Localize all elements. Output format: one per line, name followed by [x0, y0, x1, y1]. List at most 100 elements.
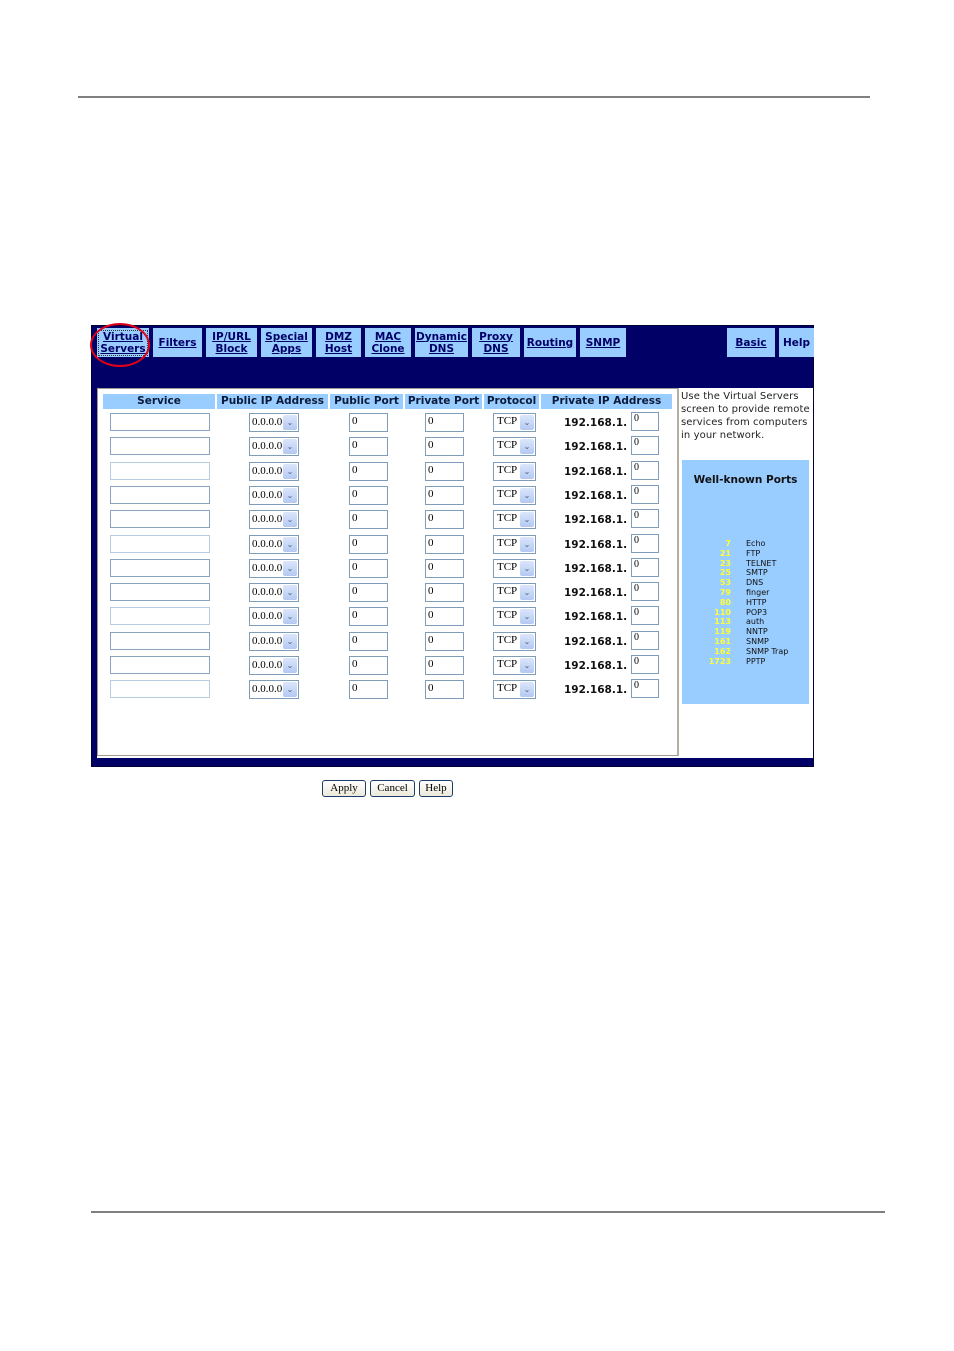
chevron-down-icon[interactable]: ⌄: [283, 439, 297, 455]
chevron-down-icon[interactable]: ⌄: [520, 633, 534, 649]
private-port-input[interactable]: 0: [425, 631, 464, 651]
public-port-input[interactable]: 0: [349, 461, 388, 481]
private-port-input[interactable]: 0: [425, 437, 464, 457]
chevron-down-icon[interactable]: ⌄: [283, 560, 297, 576]
service-name-input[interactable]: [110, 461, 210, 480]
chevron-down-icon[interactable]: ⌄: [283, 609, 297, 625]
private-ip-last-octet-input[interactable]: 0: [631, 630, 659, 650]
public-port-input[interactable]: 0: [349, 583, 388, 603]
service-name-input[interactable]: [110, 607, 210, 626]
private-ip-last-octet-input[interactable]: 0: [631, 509, 659, 529]
chevron-down-icon[interactable]: ⌄: [283, 463, 297, 479]
protocol-select[interactable]: TCP ⌄: [493, 583, 536, 603]
chevron-down-icon[interactable]: ⌄: [520, 682, 534, 698]
tab-ip-url-block[interactable]: IP/URL Block: [206, 328, 259, 357]
chevron-down-icon[interactable]: ⌄: [520, 512, 534, 528]
service-name-input[interactable]: [110, 485, 210, 504]
private-port-input[interactable]: 0: [425, 485, 464, 505]
private-ip-last-octet-input[interactable]: 0: [631, 557, 659, 577]
public-port-input[interactable]: 0: [349, 631, 388, 651]
private-port-input[interactable]: 0: [425, 607, 464, 627]
tab-help[interactable]: Help: [779, 328, 814, 357]
public-ip-select[interactable]: 0.0.0.0 ⌄: [249, 413, 299, 432]
private-ip-last-octet-input[interactable]: 0: [631, 484, 659, 504]
chevron-down-icon[interactable]: ⌄: [520, 415, 534, 430]
private-ip-last-octet-input[interactable]: 0: [631, 655, 659, 674]
protocol-select[interactable]: TCP ⌄: [493, 510, 536, 530]
chevron-down-icon[interactable]: ⌄: [283, 487, 297, 503]
public-ip-select[interactable]: 0.0.0.0 ⌄: [249, 461, 299, 481]
chevron-down-icon[interactable]: ⌄: [283, 633, 297, 649]
private-ip-last-octet-input[interactable]: 0: [631, 412, 659, 431]
chevron-down-icon[interactable]: ⌄: [520, 463, 534, 479]
chevron-down-icon[interactable]: ⌄: [520, 536, 534, 552]
private-port-input[interactable]: 0: [425, 510, 464, 530]
tab-virtual-servers[interactable]: Virtual Servers: [97, 328, 151, 357]
public-ip-select[interactable]: 0.0.0.0 ⌄: [249, 583, 299, 603]
public-ip-select[interactable]: 0.0.0.0 ⌄: [249, 510, 299, 530]
tab-dmz-host[interactable]: DMZ Host: [316, 328, 363, 357]
private-ip-last-octet-input[interactable]: 0: [631, 582, 659, 602]
public-port-input[interactable]: 0: [349, 534, 388, 554]
tab-basic[interactable]: Basic: [727, 328, 777, 357]
private-ip-last-octet-input[interactable]: 0: [631, 436, 659, 456]
tab-proxy-dns[interactable]: Proxy DNS: [472, 328, 522, 357]
protocol-select[interactable]: TCP ⌄: [493, 461, 536, 481]
public-port-input[interactable]: 0: [349, 656, 388, 675]
chevron-down-icon[interactable]: ⌄: [283, 658, 297, 673]
public-port-input[interactable]: 0: [349, 510, 388, 530]
chevron-down-icon[interactable]: ⌄: [520, 585, 534, 601]
tab-special-apps[interactable]: Special Apps: [261, 328, 314, 357]
service-name-input[interactable]: [110, 510, 210, 529]
private-port-input[interactable]: 0: [425, 680, 464, 700]
public-port-input[interactable]: 0: [349, 413, 388, 432]
chevron-down-icon[interactable]: ⌄: [283, 512, 297, 528]
chevron-down-icon[interactable]: ⌄: [283, 536, 297, 552]
public-port-input[interactable]: 0: [349, 485, 388, 505]
public-ip-select[interactable]: 0.0.0.0 ⌄: [249, 534, 299, 554]
private-port-input[interactable]: 0: [425, 656, 464, 675]
private-port-input[interactable]: 0: [425, 413, 464, 432]
protocol-select[interactable]: TCP ⌄: [493, 485, 536, 505]
chevron-down-icon[interactable]: ⌄: [520, 658, 534, 673]
private-port-input[interactable]: 0: [425, 461, 464, 481]
private-ip-last-octet-input[interactable]: 0: [631, 533, 659, 553]
tab-snmp[interactable]: SNMP: [580, 328, 628, 357]
protocol-select[interactable]: TCP ⌄: [493, 534, 536, 554]
cancel-button[interactable]: Cancel: [370, 780, 415, 797]
chevron-down-icon[interactable]: ⌄: [283, 682, 297, 698]
protocol-select[interactable]: TCP ⌄: [493, 607, 536, 627]
private-ip-last-octet-input[interactable]: 0: [631, 679, 659, 699]
protocol-select[interactable]: TCP ⌄: [493, 437, 536, 457]
protocol-select[interactable]: TCP ⌄: [493, 656, 536, 675]
public-port-input[interactable]: 0: [349, 607, 388, 627]
chevron-down-icon[interactable]: ⌄: [520, 439, 534, 455]
service-name-input[interactable]: [110, 534, 210, 553]
tab-routing[interactable]: Routing: [524, 328, 578, 357]
private-port-input[interactable]: 0: [425, 558, 464, 578]
public-port-input[interactable]: 0: [349, 558, 388, 578]
public-ip-select[interactable]: 0.0.0.0 ⌄: [249, 558, 299, 578]
service-name-input[interactable]: [110, 631, 210, 650]
private-ip-last-octet-input[interactable]: 0: [631, 460, 659, 480]
public-ip-select[interactable]: 0.0.0.0 ⌄: [249, 437, 299, 457]
apply-button[interactable]: Apply: [322, 780, 366, 797]
protocol-select[interactable]: TCP ⌄: [493, 413, 536, 432]
public-port-input[interactable]: 0: [349, 437, 388, 457]
tab-mac-clone[interactable]: MAC Clone: [365, 328, 413, 357]
public-ip-select[interactable]: 0.0.0.0 ⌄: [249, 607, 299, 627]
chevron-down-icon[interactable]: ⌄: [520, 487, 534, 503]
private-ip-last-octet-input[interactable]: 0: [631, 606, 659, 626]
protocol-select[interactable]: TCP ⌄: [493, 558, 536, 578]
public-ip-select[interactable]: 0.0.0.0 ⌄: [249, 680, 299, 700]
chevron-down-icon[interactable]: ⌄: [520, 609, 534, 625]
public-ip-select[interactable]: 0.0.0.0 ⌄: [249, 656, 299, 675]
help-button[interactable]: Help: [419, 780, 453, 797]
service-name-input[interactable]: [110, 558, 210, 577]
protocol-select[interactable]: TCP ⌄: [493, 680, 536, 700]
service-name-input[interactable]: [110, 583, 210, 602]
public-ip-select[interactable]: 0.0.0.0 ⌄: [249, 485, 299, 505]
tab-dynamic-dns[interactable]: Dynamic DNS: [415, 328, 470, 357]
private-port-input[interactable]: 0: [425, 583, 464, 603]
protocol-select[interactable]: TCP ⌄: [493, 631, 536, 651]
